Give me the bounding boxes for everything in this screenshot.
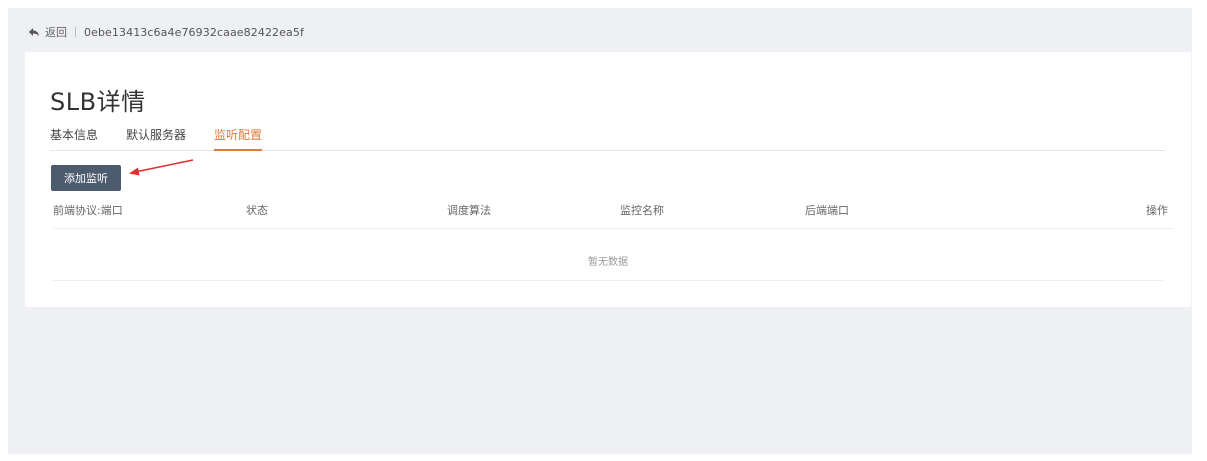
- add-listener-button[interactable]: 添加监听: [51, 165, 121, 191]
- table-header: 前端协议:端口 状态 调度算法 监控名称 后端端口 操作: [53, 202, 1173, 229]
- column-header-status: 状态: [246, 204, 268, 217]
- column-header-monitor-name: 监控名称: [620, 204, 664, 217]
- detail-card: SLB详情 基本信息 默认服务器 监听配置 添加监听 前端协议:端口 状态 调度…: [25, 52, 1191, 307]
- tab-bar: 基本信息 默认服务器 监听配置: [50, 126, 1165, 151]
- page-title: SLB详情: [50, 88, 146, 116]
- column-header-frontend-port: 前端协议:端口: [53, 204, 123, 217]
- column-header-scheduling: 调度算法: [447, 204, 491, 217]
- column-header-actions: 操作: [1146, 204, 1168, 217]
- tab-basic-info[interactable]: 基本信息: [50, 126, 98, 150]
- empty-state-row: 暂无数据: [53, 230, 1163, 281]
- annotation-arrow-icon: [129, 159, 194, 176]
- top-bar: 返回 0ebe13413c6a4e76932caae82422ea5f: [28, 24, 304, 40]
- tab-default-servers[interactable]: 默认服务器: [126, 126, 186, 150]
- tab-listener-config[interactable]: 监听配置: [214, 126, 263, 151]
- instance-id: 0ebe13413c6a4e76932caae82422ea5f: [84, 25, 304, 39]
- divider: [75, 27, 76, 37]
- empty-state-text: 暂无数据: [588, 257, 628, 268]
- column-header-backend-port: 后端端口: [805, 204, 849, 217]
- back-arrow-icon[interactable]: [28, 26, 40, 38]
- back-link[interactable]: 返回: [45, 24, 67, 40]
